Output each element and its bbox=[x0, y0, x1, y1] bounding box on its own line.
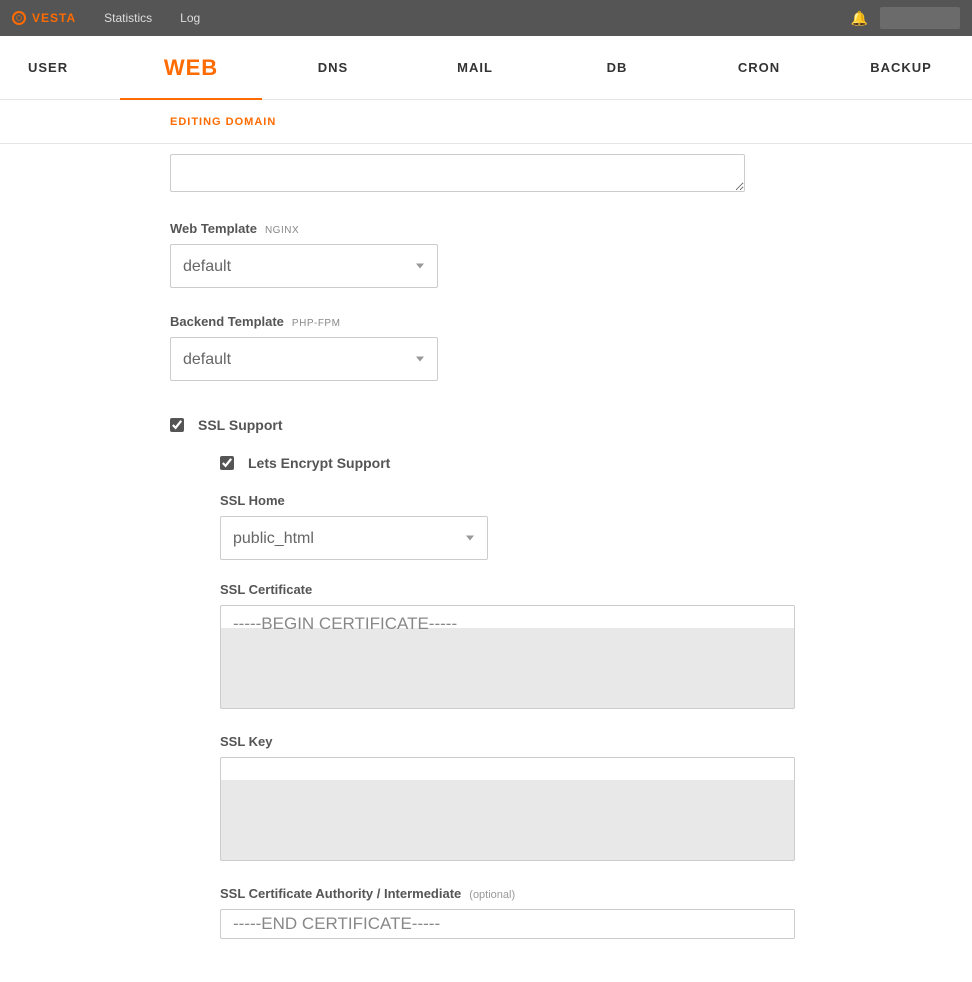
label-ssl-key: SSL Key bbox=[220, 734, 273, 749]
label-backend-template-engine: PHP-FPM bbox=[292, 318, 341, 329]
field-ssl-cert: SSL Certificate bbox=[220, 582, 972, 712]
textarea-ssl-key[interactable] bbox=[220, 757, 795, 861]
aliases-textarea[interactable] bbox=[170, 154, 745, 192]
label-backend-template: Backend Template bbox=[170, 314, 284, 329]
label-ssl-ca-optional: (optional) bbox=[469, 889, 515, 901]
subheader: EDITING DOMAIN bbox=[0, 100, 972, 144]
topbar: VESTA Statistics Log 🔔 bbox=[0, 0, 972, 36]
field-ssl-home: SSL Home public_html bbox=[220, 493, 972, 560]
nav-statistics[interactable]: Statistics bbox=[104, 11, 152, 25]
field-ssl-ca: SSL Certificate Authority / Intermediate… bbox=[220, 886, 972, 942]
select-web-template[interactable]: default bbox=[170, 244, 438, 288]
field-web-template: Web Template NGINX default bbox=[170, 221, 972, 288]
tab-backup[interactable]: BACKUP bbox=[830, 42, 972, 93]
tab-mail[interactable]: MAIL bbox=[404, 42, 546, 93]
tab-db[interactable]: DB bbox=[546, 42, 688, 93]
edit-domain-form: Web Template NGINX default Backend Templ… bbox=[0, 144, 972, 982]
field-ssl-key: SSL Key bbox=[220, 734, 972, 864]
page-title: EDITING DOMAIN bbox=[170, 116, 276, 128]
brand-logo[interactable]: VESTA bbox=[12, 11, 76, 25]
topbar-left: VESTA Statistics Log bbox=[12, 11, 200, 25]
checkbox-lets-encrypt[interactable] bbox=[220, 456, 234, 470]
brand-name: VESTA bbox=[32, 11, 76, 25]
user-menu-button[interactable] bbox=[880, 7, 960, 29]
label-ssl-home: SSL Home bbox=[220, 493, 285, 508]
select-backend-template[interactable]: default bbox=[170, 337, 438, 381]
tab-cron[interactable]: CRON bbox=[688, 42, 830, 93]
tab-dns[interactable]: DNS bbox=[262, 42, 404, 93]
logo-ring-icon bbox=[12, 11, 26, 25]
label-ssl-ca: SSL Certificate Authority / Intermediate bbox=[220, 886, 461, 901]
field-backend-template: Backend Template PHP-FPM default bbox=[170, 314, 972, 381]
row-ssl-support: SSL Support bbox=[170, 417, 972, 433]
ssl-block: SSL Home public_html SSL Certificate SSL… bbox=[220, 493, 972, 942]
textarea-ssl-ca[interactable] bbox=[220, 909, 795, 939]
label-web-template-engine: NGINX bbox=[265, 225, 299, 236]
tab-user[interactable]: USER bbox=[0, 42, 120, 93]
row-lets-encrypt: Lets Encrypt Support bbox=[220, 455, 972, 471]
label-web-template: Web Template bbox=[170, 221, 257, 236]
tab-web[interactable]: WEB bbox=[120, 37, 262, 99]
topbar-right: 🔔 bbox=[851, 7, 960, 29]
main-nav: USER WEB DNS MAIL DB CRON BACKUP bbox=[0, 36, 972, 100]
checkbox-ssl-support[interactable] bbox=[170, 418, 184, 432]
label-lets-encrypt: Lets Encrypt Support bbox=[248, 455, 390, 471]
nav-log[interactable]: Log bbox=[180, 11, 200, 25]
bell-icon[interactable]: 🔔 bbox=[851, 10, 868, 27]
label-ssl-support: SSL Support bbox=[198, 417, 283, 433]
textarea-ssl-cert[interactable] bbox=[220, 605, 795, 709]
label-ssl-cert: SSL Certificate bbox=[220, 582, 312, 597]
select-ssl-home[interactable]: public_html bbox=[220, 516, 488, 560]
